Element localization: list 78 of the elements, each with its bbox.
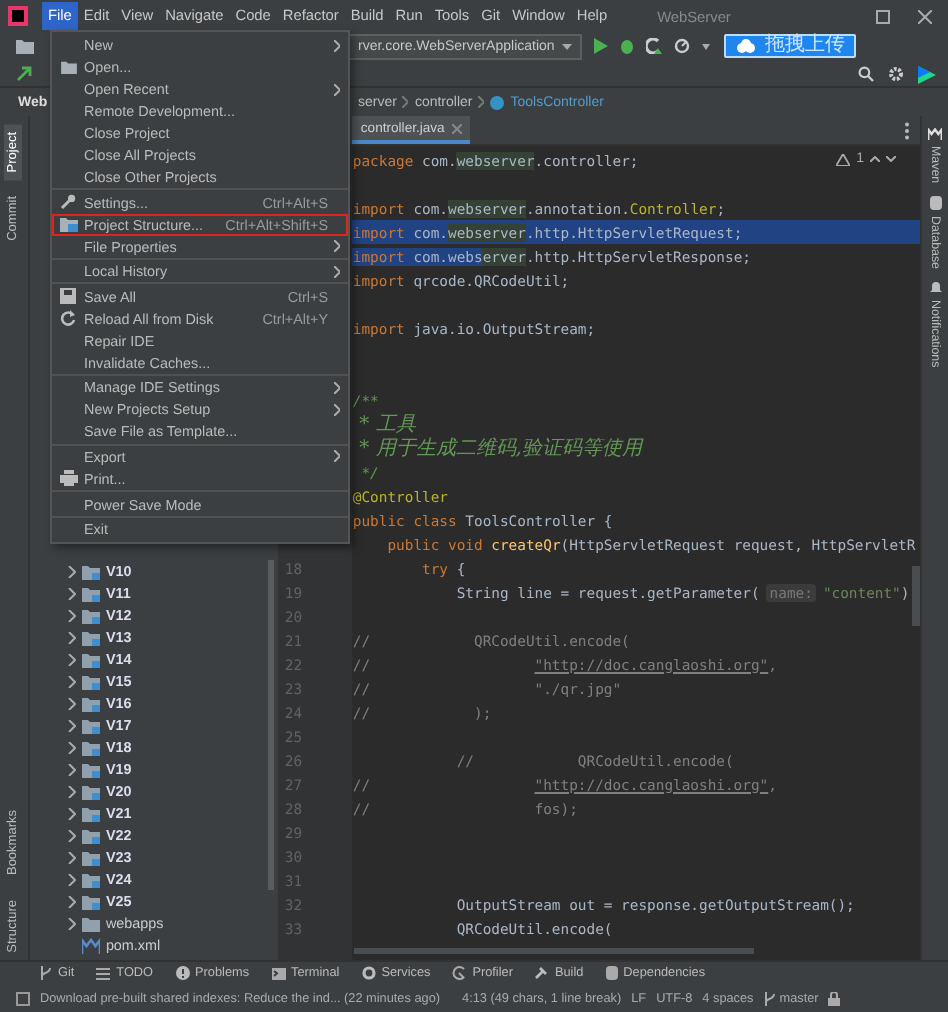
folder-icon[interactable] (16, 38, 34, 54)
profiler-icon[interactable] (674, 38, 691, 54)
lock-icon[interactable] (828, 991, 841, 1005)
module-folder-icon (81, 783, 100, 799)
module-folder-icon (81, 695, 100, 711)
module-folder-icon (81, 739, 100, 755)
chevron-icon[interactable] (67, 917, 76, 929)
module-folder-icon (81, 893, 100, 909)
wrench-icon (60, 194, 76, 211)
chevron-icon[interactable] (67, 895, 76, 907)
caret-icon[interactable] (702, 43, 711, 49)
search-icon[interactable] (858, 66, 874, 82)
module-folder-icon (81, 651, 100, 667)
chevron-icon (478, 96, 485, 108)
chevron-icon[interactable] (67, 697, 76, 709)
maximize-icon[interactable] (876, 9, 890, 23)
build-arrow-icon[interactable] (16, 66, 32, 82)
module-folder-icon (81, 805, 100, 821)
chevron-down-icon[interactable] (886, 156, 897, 162)
folder-grid-icon (59, 216, 77, 233)
chevron-icon[interactable] (67, 851, 76, 863)
chevron-icon[interactable] (67, 565, 76, 577)
chevron-icon[interactable] (67, 631, 76, 643)
folder-icon (81, 915, 100, 931)
chevron-icon[interactable] (67, 587, 76, 599)
cloud-icon (736, 38, 757, 54)
module-folder-icon (81, 827, 100, 843)
maven-icon (928, 128, 943, 140)
list-icon (96, 967, 111, 979)
database-icon (929, 195, 942, 210)
module-folder-icon (81, 607, 100, 623)
chevron-icon[interactable] (67, 763, 76, 775)
upload-button[interactable]: 拖拽上传 (724, 34, 857, 58)
app-logo (8, 6, 28, 26)
warning-icon[interactable] (836, 153, 851, 165)
module-folder-icon (81, 849, 100, 865)
chevron-up-icon[interactable] (870, 156, 881, 162)
chevron-icon[interactable] (67, 807, 76, 819)
chevron-icon[interactable] (67, 675, 76, 687)
module-folder-icon (81, 673, 100, 689)
maven-file-icon (81, 937, 100, 953)
module-folder-icon (81, 585, 100, 601)
module-folder-icon (81, 629, 100, 645)
database-icon (605, 966, 618, 980)
caret-icon (562, 43, 573, 49)
module-folder-icon (81, 717, 100, 733)
branch-icon (40, 966, 52, 980)
chevron-icon[interactable] (67, 609, 76, 621)
hammer-icon (534, 966, 549, 980)
chevron-icon[interactable] (67, 741, 76, 753)
more-icon[interactable] (904, 121, 911, 139)
scrollbar-thumb[interactable] (912, 566, 921, 626)
ring-icon (361, 966, 376, 980)
close-icon[interactable] (918, 9, 932, 23)
chevron-icon[interactable] (67, 719, 76, 731)
printer-icon (59, 470, 77, 487)
refresh-icon (60, 310, 76, 327)
code-token: * 用于生成二维码,验证码等使用 (357, 435, 642, 462)
chevron-icon[interactable] (67, 873, 76, 885)
module-folder-icon (81, 563, 100, 579)
gauge-icon (452, 966, 467, 980)
terminal-icon (271, 967, 286, 979)
run-icon[interactable] (594, 38, 609, 54)
chevron-icon[interactable] (67, 653, 76, 665)
module-folder-icon (81, 871, 100, 887)
chevron-icon (402, 96, 409, 108)
folder-icon (59, 60, 77, 74)
chevron-icon[interactable] (67, 785, 76, 797)
bell-icon (929, 280, 942, 295)
branch-icon (763, 991, 776, 1005)
class-icon (490, 95, 505, 109)
module-folder-icon (81, 761, 100, 777)
toolbox-logo-icon[interactable] (918, 65, 936, 83)
floppy-icon (60, 288, 76, 305)
scrollbar-thumb[interactable] (354, 948, 755, 954)
chevron-icon[interactable] (67, 829, 76, 841)
code-token: * 工具 (357, 412, 416, 437)
settings-icon[interactable] (888, 66, 904, 82)
